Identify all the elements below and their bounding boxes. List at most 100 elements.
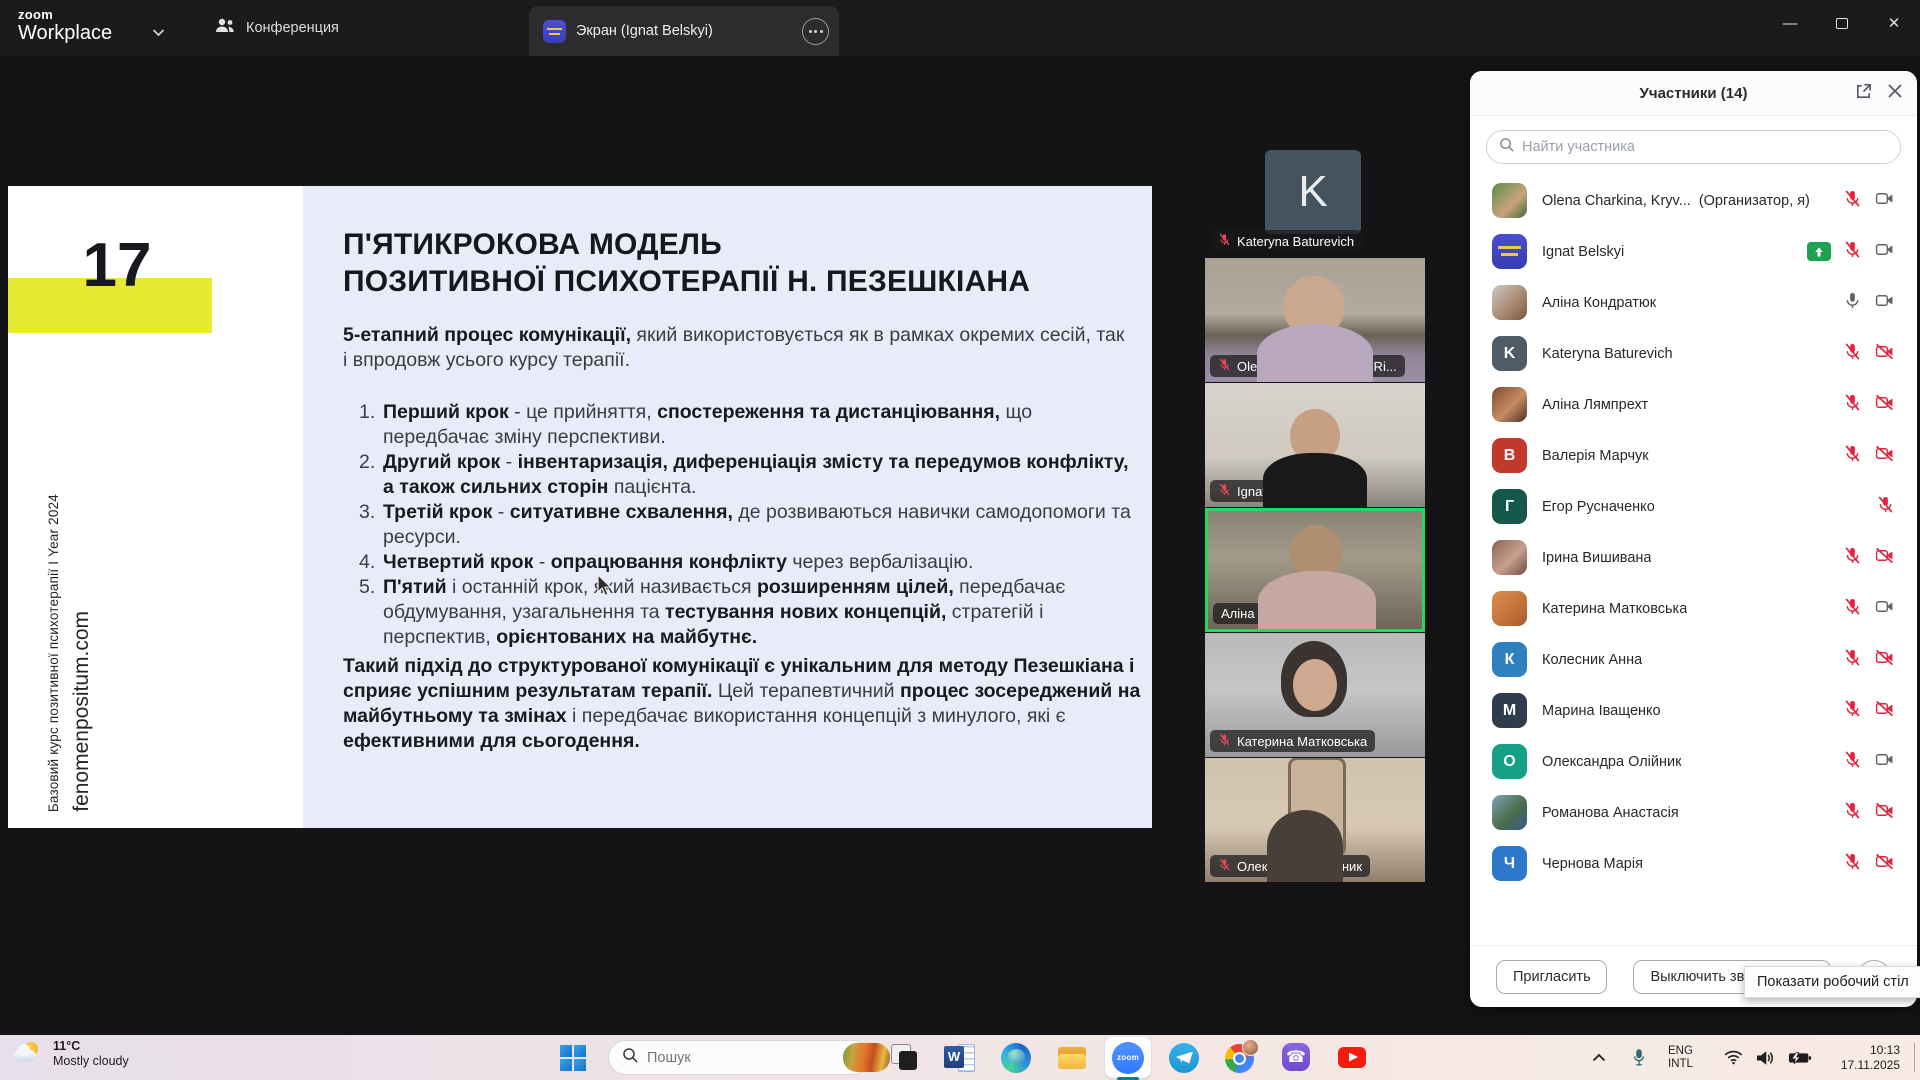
participant-row[interactable]: О Олександра Олійник: [1470, 736, 1917, 787]
battery-icon[interactable]: [1788, 1035, 1812, 1080]
mic-muted-icon[interactable]: [1843, 699, 1862, 723]
video-tile[interactable]: K Kateryna Baturevich: [1205, 145, 1425, 257]
tray-microphone-icon[interactable]: [1632, 1035, 1646, 1080]
mic-muted-icon[interactable]: [1843, 648, 1862, 672]
participant-name: Аліна Лямпрехт: [1542, 397, 1648, 413]
video-tile[interactable]: Ignat Belskyi: [1205, 383, 1425, 507]
mic-muted-icon[interactable]: [1876, 495, 1895, 519]
participant-row[interactable]: Г Егор Русначенко: [1470, 481, 1917, 532]
video-name-tag: Олександра Олійник: [1210, 855, 1370, 877]
chevron-down-icon[interactable]: [152, 24, 165, 42]
mic-muted-icon[interactable]: [1843, 393, 1862, 417]
show-desktop-tooltip: Показати робочий стіл: [1744, 966, 1920, 998]
start-button[interactable]: [560, 1045, 586, 1071]
participant-row[interactable]: K Kateryna Baturevich: [1470, 328, 1917, 379]
camera-off-icon[interactable]: [1874, 342, 1895, 366]
camera-on-icon[interactable]: [1874, 189, 1895, 213]
window-controls: — ✕: [1764, 0, 1920, 46]
taskbar-app-icon[interactable]: [1268, 1035, 1324, 1080]
participant-name: Ірина Вишивана: [1542, 550, 1651, 566]
camera-off-icon[interactable]: [1874, 852, 1895, 876]
participant-row[interactable]: В Валерія Марчук: [1470, 430, 1917, 481]
title-bar: zoom Workplace Конференция Экран (Ignat …: [0, 0, 1920, 56]
participant-row[interactable]: Ірина Вишивана: [1470, 532, 1917, 583]
taskbar-weather-widget[interactable]: 11°C Mostly cloudy: [14, 1039, 129, 1069]
mic-muted-icon[interactable]: [1843, 546, 1862, 570]
language-indicator[interactable]: ENGINTL: [1668, 1035, 1693, 1080]
mic-muted-icon: [1218, 358, 1231, 374]
participant-row[interactable]: Аліна Кондратюк: [1470, 277, 1917, 328]
mic-muted-icon[interactable]: [1843, 852, 1862, 876]
participant-search[interactable]: [1486, 130, 1901, 164]
avatar: [1492, 591, 1527, 626]
brand-workplace: Workplace: [18, 22, 112, 45]
camera-on-icon[interactable]: [1874, 291, 1895, 315]
tray-chevron-up-icon[interactable]: [1592, 1035, 1606, 1080]
video-tile[interactable]: Аліна Кондратюк: [1205, 508, 1425, 632]
mic-muted-icon[interactable]: [1843, 801, 1862, 825]
tab-conference[interactable]: Конференция: [200, 0, 353, 56]
video-tile[interactable]: Олександра Олійник: [1205, 758, 1425, 882]
participant-row[interactable]: Романова Анастасія: [1470, 787, 1917, 838]
mic-muted-icon[interactable]: [1843, 240, 1862, 264]
mic-muted-icon[interactable]: [1843, 189, 1862, 213]
taskbar-app-icon[interactable]: [876, 1035, 932, 1080]
maximize-button[interactable]: [1816, 0, 1868, 46]
camera-off-icon[interactable]: [1874, 699, 1895, 723]
camera-off-icon[interactable]: [1874, 393, 1895, 417]
slide-title: П'ЯТИКРОКОВА МОДЕЛЬ ПОЗИТИВНОЇ ПСИХОТЕРА…: [343, 226, 1030, 300]
avatar: О: [1492, 744, 1527, 779]
zoom-workplace-logo: zoom Workplace: [18, 7, 112, 45]
taskbar-app-icon[interactable]: [932, 1035, 988, 1080]
camera-off-icon[interactable]: [1874, 648, 1895, 672]
taskbar-app-icon[interactable]: [988, 1035, 1044, 1080]
slide-step-item: 5. П'ятий і останній крок, який називаєт…: [343, 575, 1143, 650]
taskbar-app-icon[interactable]: [1100, 1035, 1156, 1080]
camera-on-icon[interactable]: [1874, 240, 1895, 264]
participant-row[interactable]: Ч Чернова Марія: [1470, 838, 1917, 889]
taskbar-app-icon[interactable]: [1324, 1035, 1380, 1080]
participant-row[interactable]: Аліна Лямпрехт: [1470, 379, 1917, 430]
search-input[interactable]: [1522, 139, 1888, 155]
mic-muted-icon[interactable]: [1843, 597, 1862, 621]
minimize-button[interactable]: —: [1764, 0, 1816, 46]
invite-button[interactable]: Пригласить: [1496, 960, 1607, 994]
camera-on-icon[interactable]: [1874, 597, 1895, 621]
participant-role: (Организатор, я): [1699, 193, 1810, 209]
slide-steps-list: 1. Перший крок - це прийняття, спостереж…: [343, 400, 1143, 650]
close-icon[interactable]: [1887, 83, 1903, 104]
avatar: K: [1265, 150, 1361, 234]
participants-list: Olena Charkina, Kryv... (Организатор, я): [1470, 175, 1917, 889]
clock-widget[interactable]: 10:13 17.11.2025: [1841, 1035, 1900, 1080]
camera-off-icon[interactable]: [1874, 444, 1895, 468]
mic-muted-icon[interactable]: [1843, 750, 1862, 774]
popout-icon[interactable]: [1854, 82, 1873, 106]
mic-muted-icon[interactable]: [1843, 342, 1862, 366]
mic-on-icon[interactable]: [1843, 291, 1862, 315]
mic-muted-icon[interactable]: [1843, 444, 1862, 468]
taskbar-app-icon[interactable]: [1212, 1035, 1268, 1080]
volume-icon[interactable]: [1756, 1035, 1775, 1080]
participant-row[interactable]: Olena Charkina, Kryv... (Организатор, я): [1470, 175, 1917, 226]
tab-more-icon[interactable]: [802, 18, 829, 45]
taskbar-search-input[interactable]: [647, 1050, 834, 1066]
camera-off-icon[interactable]: [1874, 801, 1895, 825]
video-tile[interactable]: Olena Charkina, Kryvyi Ri...: [1205, 258, 1425, 382]
show-desktop-strip[interactable]: [1914, 1043, 1915, 1072]
close-button[interactable]: ✕: [1868, 0, 1920, 46]
camera-off-icon[interactable]: [1874, 546, 1895, 570]
taskbar-app-icon[interactable]: [1044, 1035, 1100, 1080]
participant-row[interactable]: Ignat Belskyi: [1470, 226, 1917, 277]
mic-muted-icon: [1218, 733, 1231, 749]
participant-row[interactable]: Катерина Матковська: [1470, 583, 1917, 634]
participant-row[interactable]: К Колесник Анна: [1470, 634, 1917, 685]
wifi-icon[interactable]: [1724, 1035, 1743, 1080]
tab-screen-share[interactable]: Экран (Ignat Belskyi): [529, 6, 839, 56]
tab-label: Экран (Ignat Belskyi): [576, 23, 713, 39]
camera-on-icon[interactable]: [1874, 750, 1895, 774]
taskbar-search[interactable]: [608, 1040, 870, 1075]
video-tile[interactable]: Катерина Матковська: [1205, 633, 1425, 757]
taskbar-app-icon[interactable]: [1156, 1035, 1212, 1080]
participant-row[interactable]: М Марина Іващенко: [1470, 685, 1917, 736]
slide-step-item: 1. Перший крок - це прийняття, спостереж…: [343, 400, 1143, 450]
